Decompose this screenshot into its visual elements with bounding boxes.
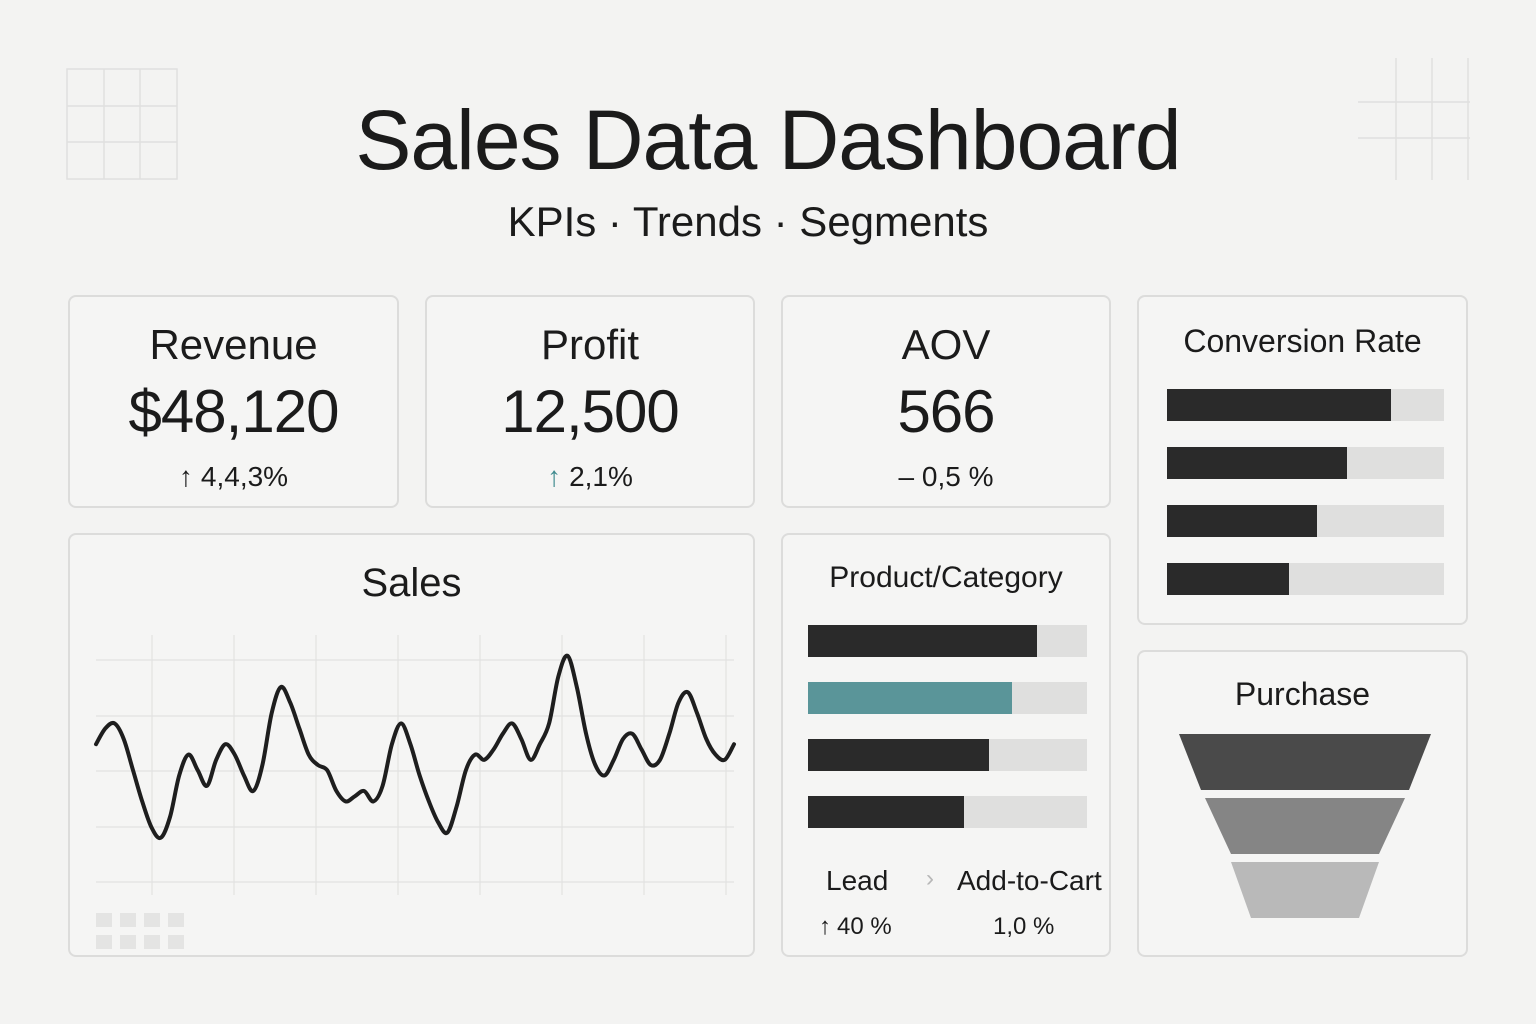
purchase-funnel-card[interactable]: Purchase (1137, 650, 1468, 957)
sales-series-line (94, 653, 736, 841)
product-bar (808, 796, 1087, 828)
product-bar (808, 682, 1087, 714)
page-subtitle: KPIs · Trends · Segments (507, 198, 989, 245)
product-category-card[interactable]: Product/Category Lead › Add-to-Cart ↑ 40 … (781, 533, 1111, 957)
kpi-change-value: – 0,5 % (898, 461, 994, 492)
product-bar-fill (808, 682, 1012, 714)
chart-legend-placeholder (96, 913, 186, 958)
conversion-bar (1167, 505, 1444, 537)
conversion-bar (1167, 389, 1444, 421)
kpi-value: 12,500 (501, 378, 680, 445)
conversion-bar-fill (1167, 447, 1348, 479)
purchase-funnel (1179, 734, 1431, 918)
sales-line-chart (94, 635, 736, 895)
arrow-up-icon: ↑ (819, 913, 831, 940)
product-category-title: Product/Category (829, 561, 1063, 594)
kpi-label: Revenue (149, 321, 318, 368)
kpi-value: 566 (897, 378, 995, 445)
conversion-rate-card[interactable]: Conversion Rate (1137, 295, 1468, 625)
kpi-card-aov[interactable]: AOV 566 – 0,5 % (781, 295, 1111, 508)
kpi-card-profit[interactable]: Profit 12,500 ↑ 2,1% (425, 295, 755, 508)
funnel-stage-3 (1231, 862, 1379, 918)
sales-chart-card[interactable]: Sales (68, 533, 755, 957)
chevron-right-icon: › (926, 865, 934, 892)
funnel-stage-1 (1179, 734, 1431, 790)
arrow-up-icon: ↑ (547, 461, 562, 492)
conversion-bar (1167, 563, 1444, 595)
product-bar (808, 625, 1087, 657)
arrow-up-icon: ↑ (178, 461, 193, 492)
kpi-change: ↑ 4,4,3% (70, 461, 397, 493)
kpi-change: ↑ 2,1% (427, 461, 753, 493)
kpi-label: Profit (540, 321, 640, 368)
conversion-bar-fill (1167, 505, 1317, 537)
kpi-value: $48,120 (128, 378, 340, 445)
funnel-from-label: Lead (826, 865, 889, 896)
kpi-change: – 0,5 % (783, 461, 1109, 493)
kpi-change-value: 2,1% (569, 461, 633, 492)
conversion-bar-fill (1167, 563, 1289, 595)
funnel-stage-2 (1205, 798, 1405, 854)
funnel-from-pct: ↑ 40 % (819, 913, 892, 940)
kpi-change-value: 4,4,3% (200, 461, 289, 492)
conversion-bar-fill (1167, 389, 1392, 421)
funnel-to-label: Add-to-Cart (957, 865, 1102, 896)
conversion-rate-title: Conversion Rate (1183, 323, 1422, 359)
funnel-to-pct: 1,0 % (993, 913, 1055, 940)
product-bar (808, 739, 1087, 771)
page-title: Sales Data Dashboard (355, 93, 1181, 187)
product-bar-fill (808, 739, 990, 771)
product-bar-fill (808, 796, 965, 828)
kpi-label: AOV (901, 321, 991, 368)
kpi-card-revenue[interactable]: Revenue $48,120 ↑ 4,4,3% (68, 295, 399, 508)
conversion-bar (1167, 447, 1444, 479)
product-bar-fill (808, 625, 1037, 657)
